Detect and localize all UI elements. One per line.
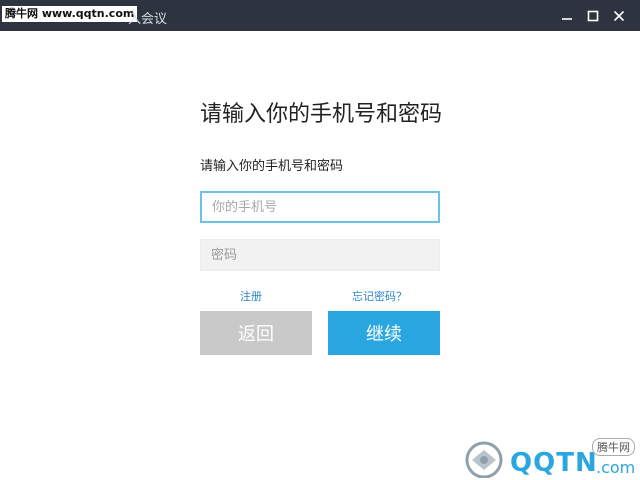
register-link[interactable]: 注册 (240, 288, 262, 304)
continue-button[interactable]: 继续 (328, 311, 440, 355)
qqtn-logo-icon (465, 441, 503, 478)
watermark-suffix: .com (596, 458, 636, 477)
phone-input[interactable] (200, 191, 440, 223)
minimize-icon (562, 17, 572, 20)
watermark-brand: QQTN (510, 448, 598, 478)
watermark-top-left: 腾牛网 www.qqtn.com (2, 6, 138, 22)
window-title: 入会议 (128, 12, 168, 27)
back-button[interactable]: 返回 (200, 311, 312, 355)
password-input[interactable] (200, 239, 440, 271)
title-bar: 腾牛网 www.qqtn.com 入会议 (0, 0, 640, 31)
close-button[interactable] (606, 0, 632, 31)
watermark-bottom-right: QQTN .com 腾牛网 (460, 436, 640, 480)
forgot-password-link[interactable]: 忘记密码？ (352, 288, 407, 304)
close-icon (613, 10, 625, 21)
window-controls (554, 0, 632, 31)
maximize-icon (587, 10, 599, 21)
maximize-button[interactable] (580, 0, 606, 31)
watermark-badge: 腾牛网 (592, 438, 635, 456)
minimize-button[interactable] (554, 0, 580, 31)
form-subheading: 请输入你的手机号和密码 (200, 159, 344, 174)
page-title: 请输入你的手机号和密码 (200, 102, 443, 127)
